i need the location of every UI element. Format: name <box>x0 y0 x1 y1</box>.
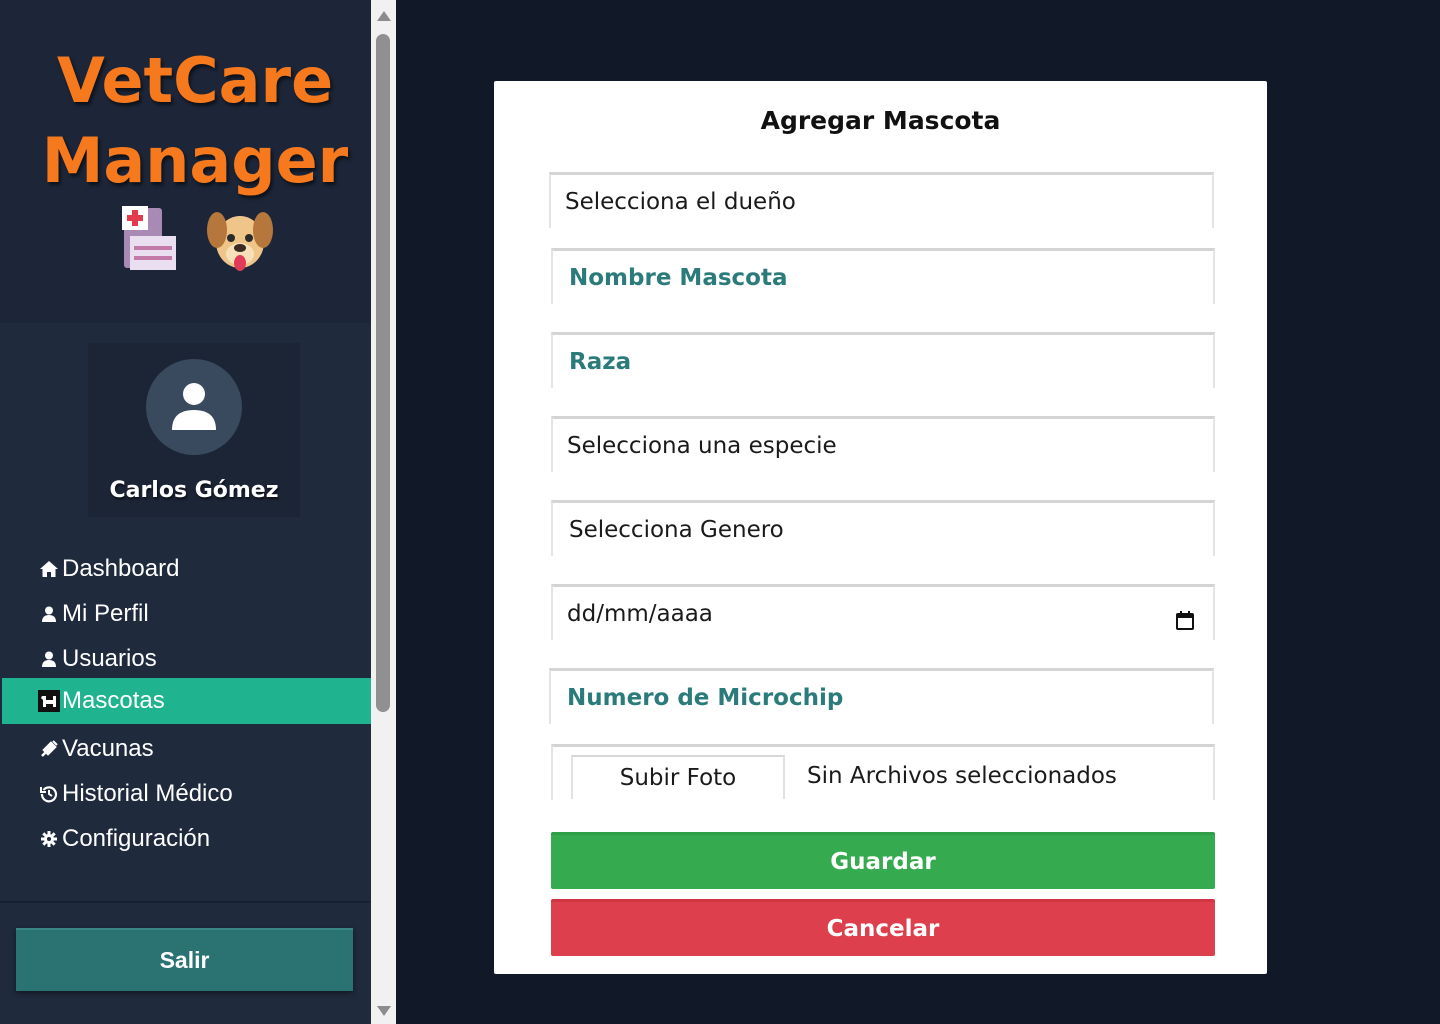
sidebar-item-mi-perfil[interactable]: Mi Perfil <box>2 591 371 637</box>
user-icon <box>172 383 216 430</box>
sidebar-item-vacunas[interactable]: Vacunas <box>2 726 371 772</box>
sidebar-item-usuarios[interactable]: Usuarios <box>2 636 371 682</box>
sidebar-item-label: Vacunas <box>62 735 154 762</box>
owner-select[interactable]: Selecciona el dueño <box>549 172 1214 228</box>
birth-date-input[interactable]: dd/mm/aaaa <box>551 584 1215 640</box>
clinic-icon <box>122 206 176 270</box>
logout-button[interactable]: Salir <box>16 928 353 991</box>
gender-select-value: Selecciona Genero <box>569 516 784 543</box>
scroll-thumb[interactable] <box>376 34 390 712</box>
pet-name-input[interactable]: Nombre Mascota <box>551 248 1215 304</box>
sidebar-item-label: Historial Médico <box>62 780 233 807</box>
cancel-button[interactable]: Cancelar <box>551 899 1215 956</box>
sidebar-item-label: Usuarios <box>62 645 157 672</box>
avatar[interactable] <box>146 359 242 455</box>
calendar-icon[interactable] <box>1175 611 1195 631</box>
breed-input[interactable]: Raza <box>551 332 1215 388</box>
dog-icon <box>207 212 273 271</box>
microchip-placeholder: Numero de Microchip <box>567 684 844 711</box>
species-select[interactable]: Selecciona una especie <box>551 416 1215 472</box>
history-icon <box>38 783 60 805</box>
logo-area: VetCare Manager <box>0 0 371 323</box>
save-button[interactable]: Guardar <box>551 832 1215 889</box>
owner-select-value: Selecciona el dueño <box>565 188 796 215</box>
gender-select[interactable]: Selecciona Genero <box>551 500 1215 556</box>
species-select-value: Selecciona una especie <box>567 432 837 459</box>
sidebar-item-label: Mi Perfil <box>62 600 149 627</box>
file-status: Sin Archivos seleccionados <box>807 763 1117 789</box>
microchip-input[interactable]: Numero de Microchip <box>549 668 1214 724</box>
sidebar-item-mascotas[interactable]: Mascotas <box>2 678 371 724</box>
dog-icon <box>38 690 60 712</box>
sidebar-item-dashboard[interactable]: Dashboard <box>2 546 371 592</box>
pet-name-placeholder: Nombre Mascota <box>569 264 788 291</box>
home-icon <box>38 558 60 580</box>
sidebar-item-label: Dashboard <box>62 555 180 582</box>
gear-icon <box>38 828 60 850</box>
syringe-icon <box>38 738 60 760</box>
user-icon <box>38 648 60 670</box>
sidebar-divider <box>0 901 371 903</box>
upload-photo-button[interactable]: Subir Foto <box>571 755 785 799</box>
breed-placeholder: Raza <box>569 348 632 375</box>
user-name: Carlos Gómez <box>109 478 279 503</box>
birth-date-value: dd/mm/aaaa <box>567 600 713 627</box>
sidebar-item-label: Mascotas <box>62 687 165 714</box>
scroll-down-icon[interactable] <box>377 1006 391 1016</box>
sidebar: VetCare Manager Carlos Gómez Dashboard M… <box>0 0 371 1024</box>
photo-file-input[interactable]: Subir Foto Sin Archivos seleccionados <box>551 744 1215 800</box>
sidebar-item-label: Configuración <box>62 825 211 852</box>
page-title: Agregar Mascota <box>760 106 1001 135</box>
sidebar-scrollbar[interactable] <box>371 0 396 1024</box>
scroll-up-icon[interactable] <box>377 11 391 21</box>
brand-name-line1: VetCare <box>56 44 334 117</box>
sidebar-item-configuracion[interactable]: Configuración <box>2 816 371 862</box>
user-icon <box>38 603 60 625</box>
sidebar-item-historial-medico[interactable]: Historial Médico <box>2 771 371 817</box>
brand-name-line2: Manager <box>41 124 349 197</box>
